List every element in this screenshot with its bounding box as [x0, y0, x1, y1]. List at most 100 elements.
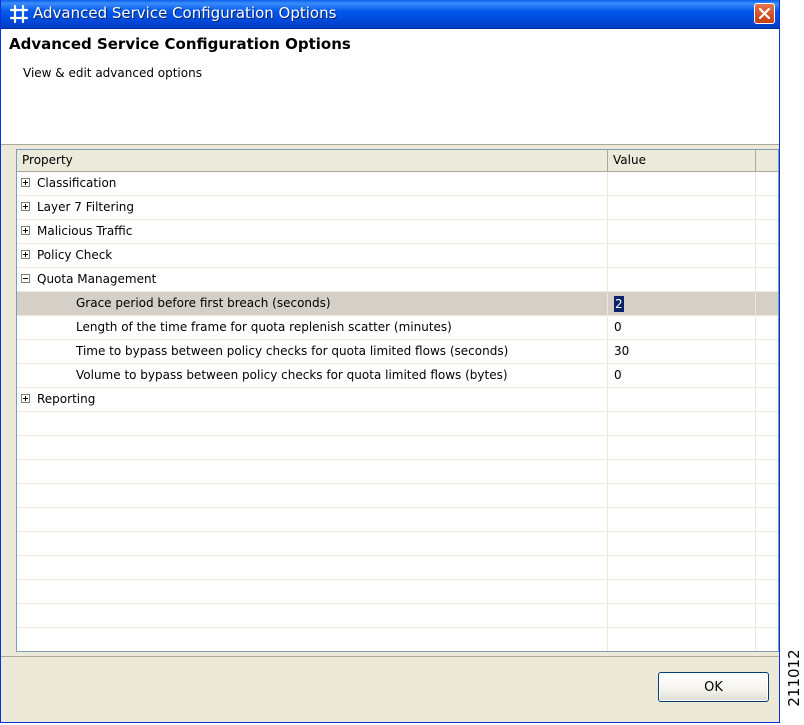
table-header: Property Value: [17, 150, 778, 172]
value-cell[interactable]: [608, 220, 756, 243]
value-text: 0: [614, 320, 622, 334]
property-cell: [17, 604, 608, 627]
table-row[interactable]: Length of the time frame for quota reple…: [17, 316, 778, 340]
property-label: Grace period before first breach (second…: [76, 296, 331, 310]
expand-icon[interactable]: [21, 250, 30, 259]
property-cell: [17, 508, 608, 531]
property-label: Time to bypass between policy checks for…: [76, 344, 509, 358]
group-label: Policy Check: [37, 248, 113, 262]
property-cell: [17, 580, 608, 603]
value-cell: [608, 412, 756, 435]
property-cell: [17, 412, 608, 435]
empty-row: [17, 628, 778, 651]
table-row[interactable]: Grace period before first breach (second…: [17, 292, 778, 316]
table-group-row[interactable]: Classification: [17, 172, 778, 196]
empty-row: [17, 532, 778, 556]
table-group-row[interactable]: Malicious Traffic: [17, 220, 778, 244]
expand-icon[interactable]: [21, 202, 30, 211]
extra-cell: [756, 244, 778, 267]
value-cell: [608, 436, 756, 459]
window-title: Advanced Service Configuration Options: [33, 4, 337, 22]
property-cell: [17, 460, 608, 483]
extra-cell: [756, 220, 778, 243]
column-header-blank[interactable]: [756, 150, 778, 171]
property-cell[interactable]: Quota Management: [17, 268, 608, 291]
close-icon: [759, 8, 770, 19]
table-group-row[interactable]: Quota Management: [17, 268, 778, 292]
page-subtitle: View & edit advanced options: [23, 66, 202, 80]
empty-row: [17, 412, 778, 436]
column-header-value[interactable]: Value: [608, 150, 756, 171]
extra-cell: [756, 340, 778, 363]
footer-divider: [1, 656, 779, 657]
group-label: Reporting: [37, 392, 96, 406]
properties-table[interactable]: Property Value Classification Layer 7 Fil…: [16, 149, 779, 652]
group-label: Layer 7 Filtering: [37, 200, 134, 214]
property-cell: [17, 628, 608, 651]
empty-row: [17, 580, 778, 604]
collapse-icon[interactable]: [21, 274, 30, 283]
empty-row: [17, 460, 778, 484]
expand-icon[interactable]: [21, 178, 30, 187]
value-cell: [608, 532, 756, 555]
extra-cell: [756, 388, 778, 411]
property-cell: [17, 532, 608, 555]
extra-cell: [756, 172, 778, 195]
empty-row: [17, 436, 778, 460]
empty-row: [17, 556, 778, 580]
property-cell: [17, 436, 608, 459]
value-cell: [608, 604, 756, 627]
title-bar[interactable]: Advanced Service Configuration Options: [1, 0, 779, 29]
extra-cell: [756, 292, 778, 315]
property-label: Volume to bypass between policy checks f…: [76, 368, 508, 382]
value-cell[interactable]: [608, 244, 756, 267]
property-cell[interactable]: Reporting: [17, 388, 608, 411]
property-cell[interactable]: Time to bypass between policy checks for…: [17, 340, 608, 363]
table-group-row[interactable]: Reporting: [17, 388, 778, 412]
property-cell[interactable]: Layer 7 Filtering: [17, 196, 608, 219]
value-input-editing[interactable]: 2: [614, 295, 624, 312]
column-header-property[interactable]: Property: [17, 150, 608, 171]
table-group-row[interactable]: Layer 7 Filtering: [17, 196, 778, 220]
table-row[interactable]: Volume to bypass between policy checks f…: [17, 364, 778, 388]
extra-cell: [756, 316, 778, 339]
property-cell: [17, 484, 608, 507]
value-cell: [608, 460, 756, 483]
value-cell[interactable]: 30: [608, 340, 756, 363]
value-cell[interactable]: [608, 388, 756, 411]
watermark-text: 211012: [785, 649, 802, 707]
group-label: Malicious Traffic: [37, 224, 133, 238]
property-cell[interactable]: Length of the time frame for quota reple…: [17, 316, 608, 339]
property-cell[interactable]: Classification: [17, 172, 608, 195]
value-cell: [608, 508, 756, 531]
property-cell[interactable]: Policy Check: [17, 244, 608, 267]
table-row[interactable]: Time to bypass between policy checks for…: [17, 340, 778, 364]
value-text: 0: [614, 368, 622, 382]
property-cell[interactable]: Malicious Traffic: [17, 220, 608, 243]
value-cell[interactable]: 0: [608, 364, 756, 387]
extra-cell: [756, 268, 778, 291]
page-title: Advanced Service Configuration Options: [9, 35, 351, 53]
image-id-watermark: 211012: [784, 641, 802, 721]
table-group-row[interactable]: Policy Check: [17, 244, 778, 268]
value-cell[interactable]: [608, 196, 756, 219]
value-cell[interactable]: [608, 172, 756, 195]
value-cell: [608, 484, 756, 507]
property-cell: [17, 556, 608, 579]
value-cell[interactable]: [608, 268, 756, 291]
value-cell: [608, 580, 756, 603]
expand-icon[interactable]: [21, 394, 30, 403]
property-cell[interactable]: Grace period before first breach (second…: [17, 292, 608, 315]
property-cell[interactable]: Volume to bypass between policy checks f…: [17, 364, 608, 387]
ok-button[interactable]: OK: [658, 672, 769, 702]
property-label: Length of the time frame for quota reple…: [76, 320, 452, 334]
close-button[interactable]: [754, 3, 775, 24]
value-cell[interactable]: 0: [608, 316, 756, 339]
empty-row: [17, 508, 778, 532]
value-cell[interactable]: 2: [608, 292, 756, 315]
table-rows: Classification Layer 7 Filtering Malicious…: [17, 172, 778, 651]
expand-icon[interactable]: [21, 226, 30, 235]
app-icon: [9, 4, 29, 24]
dialog-window: Advanced Service Configuration Options A…: [0, 0, 780, 723]
value-text: 30: [614, 344, 630, 358]
